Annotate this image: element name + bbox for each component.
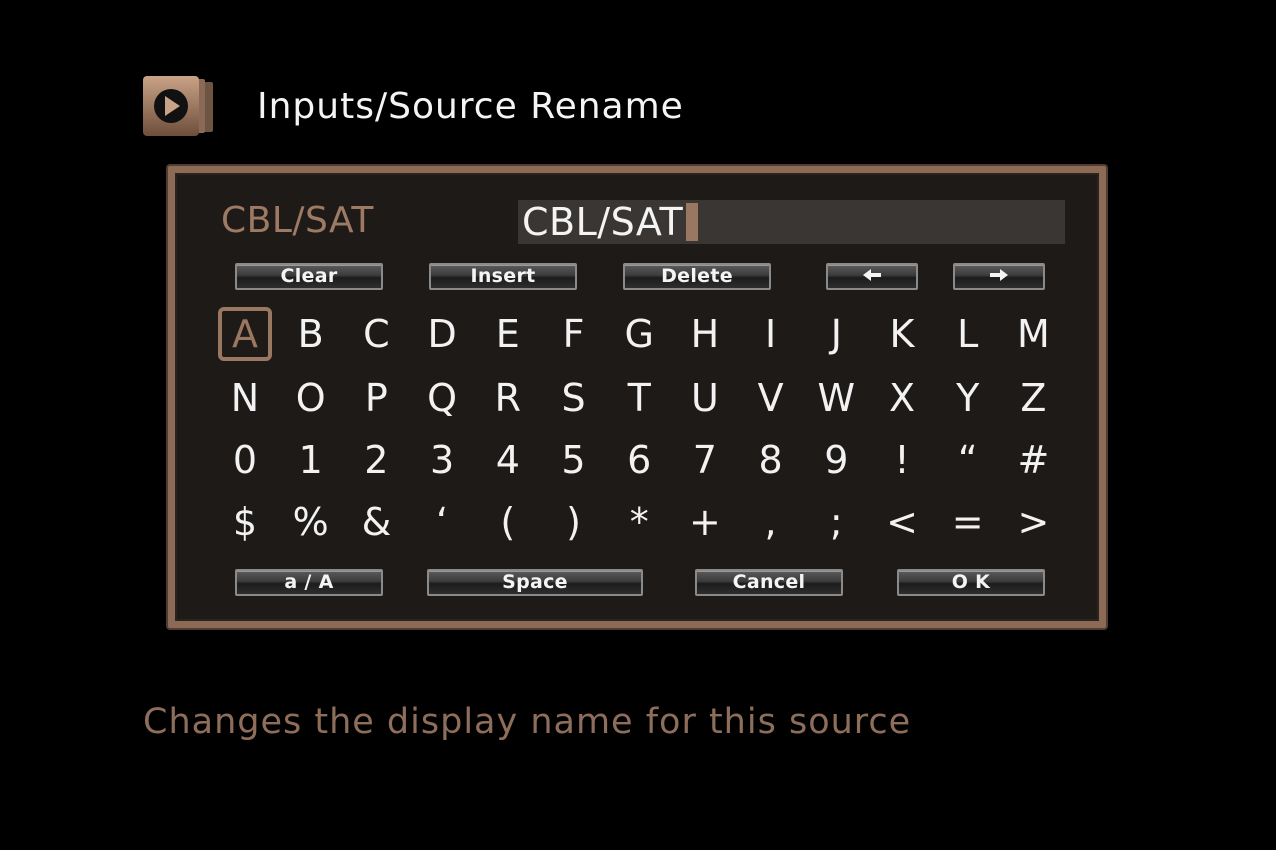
key-0-4[interactable]: E	[481, 307, 535, 361]
key-2-10[interactable]: !	[875, 433, 929, 487]
help-text: Changes the display name for this source	[143, 702, 912, 742]
key-0-8[interactable]: I	[744, 307, 798, 361]
key-2-12[interactable]: #	[1006, 433, 1060, 487]
cancel-button[interactable]: Cancel	[695, 569, 843, 596]
ok-button[interactable]: O K	[897, 569, 1045, 596]
key-0-6[interactable]: G	[612, 307, 666, 361]
key-2-8[interactable]: 8	[744, 433, 798, 487]
key-1-0[interactable]: N	[218, 371, 272, 425]
key-0-3[interactable]: D	[415, 307, 469, 361]
key-0-9[interactable]: J	[809, 307, 863, 361]
arrow-left-icon	[863, 269, 881, 281]
key-2-7[interactable]: 7	[678, 433, 732, 487]
page-title: Inputs/Source Rename	[257, 86, 684, 127]
key-0-5[interactable]: F	[547, 307, 601, 361]
key-3-3[interactable]: ‘	[415, 495, 469, 549]
space-button[interactable]: Space	[427, 569, 643, 596]
key-1-4[interactable]: R	[481, 371, 535, 425]
key-3-10[interactable]: <	[875, 495, 929, 549]
key-1-5[interactable]: S	[547, 371, 601, 425]
key-0-7[interactable]: H	[678, 307, 732, 361]
key-1-12[interactable]: Z	[1006, 371, 1060, 425]
key-0-11[interactable]: L	[941, 307, 995, 361]
arrow-right-icon	[990, 269, 1008, 281]
name-input-field[interactable]: CBL/SAT	[518, 200, 1065, 244]
key-1-6[interactable]: T	[612, 371, 666, 425]
key-2-3[interactable]: 3	[415, 433, 469, 487]
clear-button[interactable]: Clear	[235, 263, 383, 290]
key-3-9[interactable]: ;	[809, 495, 863, 549]
key-0-1[interactable]: B	[284, 307, 338, 361]
cursor-left-button[interactable]	[826, 263, 918, 290]
delete-button[interactable]: Delete	[623, 263, 771, 290]
key-2-5[interactable]: 5	[547, 433, 601, 487]
key-0-12[interactable]: M	[1006, 307, 1060, 361]
key-3-1[interactable]: %	[284, 495, 338, 549]
cursor-right-button[interactable]	[953, 263, 1045, 290]
key-1-8[interactable]: V	[744, 371, 798, 425]
insert-button[interactable]: Insert	[429, 263, 577, 290]
key-1-11[interactable]: Y	[941, 371, 995, 425]
key-1-10[interactable]: X	[875, 371, 929, 425]
key-3-12[interactable]: >	[1006, 495, 1060, 549]
key-1-9[interactable]: W	[809, 371, 863, 425]
name-input-value: CBL/SAT	[522, 200, 684, 244]
key-3-8[interactable]: ,	[744, 495, 798, 549]
key-2-11[interactable]: “	[941, 433, 995, 487]
menu-arrow-icon	[143, 76, 213, 136]
key-3-5[interactable]: )	[547, 495, 601, 549]
key-3-11[interactable]: =	[941, 495, 995, 549]
key-2-0[interactable]: 0	[218, 433, 272, 487]
key-3-7[interactable]: +	[678, 495, 732, 549]
key-2-4[interactable]: 4	[481, 433, 535, 487]
case-toggle-button[interactable]: a / A	[235, 569, 383, 596]
key-1-7[interactable]: U	[678, 371, 732, 425]
key-3-2[interactable]: &	[349, 495, 403, 549]
key-2-6[interactable]: 6	[612, 433, 666, 487]
key-0-0[interactable]: A	[218, 307, 272, 361]
source-name-label: CBL/SAT	[221, 200, 374, 241]
key-1-2[interactable]: P	[349, 371, 403, 425]
key-1-3[interactable]: Q	[415, 371, 469, 425]
key-0-10[interactable]: K	[875, 307, 929, 361]
key-2-1[interactable]: 1	[284, 433, 338, 487]
key-2-9[interactable]: 9	[809, 433, 863, 487]
key-2-2[interactable]: 2	[349, 433, 403, 487]
key-3-0[interactable]: $	[218, 495, 272, 549]
key-3-6[interactable]: *	[612, 495, 666, 549]
key-1-1[interactable]: O	[284, 371, 338, 425]
text-cursor	[686, 203, 699, 241]
key-0-2[interactable]: C	[349, 307, 403, 361]
key-3-4[interactable]: (	[481, 495, 535, 549]
